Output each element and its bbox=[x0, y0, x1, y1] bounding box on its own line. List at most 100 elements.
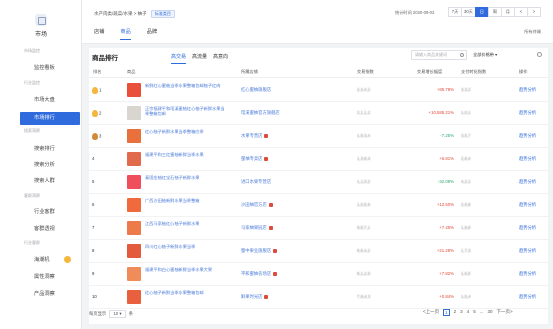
trend-analysis-link[interactable]: 趋势分析 bbox=[519, 202, 536, 208]
trend-analysis-link[interactable]: 趋势分析 bbox=[519, 133, 536, 139]
page-link[interactable]: 3 bbox=[460, 309, 463, 316]
shop-name-link[interactable]: 鲜果时光店 bbox=[241, 294, 262, 299]
tab-1[interactable]: 商品 bbox=[120, 28, 131, 40]
time-range-button[interactable]: > bbox=[526, 7, 541, 17]
trend-analysis-link[interactable]: 趋势分析 bbox=[519, 87, 536, 93]
tab-0[interactable]: 店铺 bbox=[94, 28, 104, 40]
metric-tab[interactable]: 高流量 bbox=[192, 53, 207, 64]
trend-analysis-link[interactable]: 趋势分析 bbox=[519, 110, 536, 116]
product-thumbnail[interactable] bbox=[127, 83, 141, 97]
shop-cell: 蜜柚专卖店 bbox=[241, 156, 269, 162]
sidebar-item[interactable]: 搜索人群 bbox=[20, 175, 80, 188]
terminal-select[interactable]: 所有终端 bbox=[524, 29, 541, 35]
product-name-link[interactable]: 红心柚子新鲜水果当季整箱应季 bbox=[145, 129, 225, 134]
product-name-link[interactable]: 广西沙田柚新鲜水果当季整箱 bbox=[145, 198, 225, 203]
shop-name-link[interactable]: 沙田柚官方店 bbox=[241, 202, 267, 207]
rank-value: 10 bbox=[92, 294, 97, 299]
shop-name-link[interactable]: 蜜柚专卖店 bbox=[241, 156, 262, 161]
product-name-link[interactable]: 红心柚子新鲜当季水果整箱包邮 bbox=[145, 290, 225, 295]
trade-index: 9,8,7,1 bbox=[357, 225, 371, 230]
page-link[interactable]: 5 bbox=[473, 309, 476, 316]
product-name-link[interactable]: 福建平和白心蜜柚新鲜当季水果大果 bbox=[145, 267, 225, 272]
trend-analysis-link[interactable]: 趋势分析 bbox=[519, 294, 536, 300]
product-thumbnail[interactable] bbox=[127, 290, 141, 304]
product-thumbnail[interactable] bbox=[127, 106, 141, 120]
breadcrumb-path[interactable]: 水产肉类/蔬菜/水果 > 柚子 bbox=[94, 11, 147, 16]
time-range-button[interactable]: 7天 bbox=[448, 7, 462, 17]
trend-analysis-link[interactable]: 趋势分析 bbox=[519, 271, 536, 277]
product-thumbnail[interactable] bbox=[127, 152, 141, 166]
sidebar-item[interactable]: 海潮机 bbox=[20, 254, 80, 267]
shop-name-link[interactable]: 红心蜜柚旗舰店 bbox=[241, 87, 271, 92]
page-size-select[interactable]: 10 ▾ bbox=[109, 310, 126, 318]
tmall-badge-icon bbox=[268, 202, 273, 207]
product-thumbnail[interactable] bbox=[127, 129, 141, 143]
time-range-button[interactable]: 日 bbox=[474, 7, 489, 17]
rank-cell: 6 bbox=[92, 202, 94, 207]
column-header[interactable]: 交易增长幅度 bbox=[417, 69, 442, 75]
product-thumbnail[interactable] bbox=[127, 175, 141, 189]
metric-tab[interactable]: 高意向 bbox=[213, 53, 228, 64]
time-range-button[interactable]: 周 bbox=[487, 7, 502, 17]
product-name-link[interactable]: 江西马家柚红心柚子新鲜水果 bbox=[145, 221, 225, 226]
sidebar-item[interactable]: 产品洞察 bbox=[20, 288, 80, 301]
medal-icon bbox=[92, 87, 98, 94]
table-row: 3 红心柚子新鲜水果当季整箱应季 水果专营店 1,9,3,4 -7.25% 3,5,7 趋势… bbox=[89, 125, 548, 148]
trend-analysis-link[interactable]: 趋势分析 bbox=[519, 225, 536, 231]
column-header: 商品 bbox=[127, 69, 136, 74]
trend-analysis-link[interactable]: 趋势分析 bbox=[519, 248, 536, 254]
shop-name-link[interactable]: 琯溪蜜柚官方旗舰店 bbox=[241, 110, 280, 115]
time-range-button[interactable]: < bbox=[513, 7, 528, 17]
trend-analysis-link[interactable]: 趋势分析 bbox=[519, 156, 536, 162]
page-link[interactable]: 30 bbox=[487, 309, 492, 316]
sidebar-item[interactable]: 属性洞察 bbox=[20, 271, 80, 284]
shop-name-link[interactable]: 马家柚果园店 bbox=[241, 225, 267, 230]
product-name-link[interactable]: 福建平和三红蜜柚新鲜当季水果 bbox=[145, 152, 225, 157]
product-thumbnail[interactable] bbox=[127, 198, 141, 212]
trend-analysis-link[interactable]: 趋势分析 bbox=[519, 179, 536, 185]
shop-name-link[interactable]: 蜀中果业旗舰店 bbox=[241, 248, 271, 253]
rank-value: 6 bbox=[92, 202, 95, 207]
help-icon[interactable] bbox=[537, 52, 542, 57]
sidebar-group-label: 行业客群 bbox=[24, 240, 40, 245]
column-header[interactable]: 交易指数 bbox=[357, 69, 374, 75]
page-link[interactable]: <上一页 bbox=[423, 309, 439, 316]
page-link[interactable]: 2 bbox=[454, 309, 457, 316]
tab-2[interactable]: 品牌 bbox=[147, 28, 157, 40]
sidebar-item[interactable]: 市场大盘 bbox=[20, 94, 80, 107]
shop-name-link[interactable]: 平和蜜柚农场店 bbox=[241, 271, 271, 276]
search-icon[interactable] bbox=[460, 53, 464, 57]
time-range-button[interactable]: 30天 bbox=[461, 7, 476, 17]
product-thumbnail[interactable] bbox=[127, 221, 141, 235]
price-band-select[interactable]: 全部价格带 ▾ bbox=[473, 52, 497, 58]
rank-cell: 2 bbox=[92, 110, 101, 117]
column-header[interactable]: 支付转化指数 bbox=[461, 69, 486, 75]
pay-conversion-index: 1,5,4 bbox=[461, 294, 471, 299]
sidebar-item[interactable]: 监控看板 bbox=[20, 62, 80, 75]
breadcrumb[interactable]: 水产肉类/蔬菜/水果 > 柚子 标准类目 bbox=[94, 10, 175, 18]
product-thumbnail[interactable] bbox=[127, 267, 141, 281]
product-thumbnail[interactable] bbox=[127, 244, 141, 258]
shop-name-link[interactable]: 进口水果专营店 bbox=[241, 179, 271, 184]
trade-growth: +10,585.21% bbox=[428, 110, 454, 115]
page-link[interactable]: ... bbox=[480, 309, 484, 316]
shop-name-link[interactable]: 水果专营店 bbox=[241, 133, 262, 138]
product-name-link[interactable]: 四川红心柚子新鲜水果当季 bbox=[145, 244, 225, 249]
sidebar-item[interactable]: 搜索分析 bbox=[20, 159, 80, 172]
trade-index: 1,0,5,6 bbox=[357, 202, 371, 207]
time-range-button[interactable]: 月 bbox=[500, 7, 515, 17]
page-link[interactable]: 下一页> bbox=[497, 309, 513, 316]
product-name-link[interactable]: 泰国金柚红宝石柚子新鲜水果 bbox=[145, 175, 225, 180]
trade-growth: +6.81% bbox=[439, 156, 454, 161]
product-name-link[interactable]: 正宗福建平和琯溪蜜柚红心柚子新鲜水果当季整箱包邮 bbox=[145, 106, 225, 116]
product-name-link[interactable]: 新鲜红心蜜柚当季水果整箱包邮柚子红肉 bbox=[145, 83, 225, 88]
sidebar-item[interactable]: 客群透视 bbox=[20, 223, 80, 236]
page-link[interactable]: 1 bbox=[443, 309, 450, 316]
sidebar-item[interactable]: 行业客群 bbox=[20, 206, 80, 219]
sidebar-item[interactable]: 搜索排行 bbox=[20, 143, 80, 156]
page-link[interactable]: 4 bbox=[467, 309, 470, 316]
sidebar-item[interactable]: 市场排行 bbox=[20, 112, 80, 125]
metric-tab[interactable]: 高交易 bbox=[171, 53, 187, 64]
sidebar-group-label: 客群洞察 bbox=[24, 193, 40, 198]
search-input[interactable]: 请输入商品关键词 bbox=[411, 50, 467, 60]
